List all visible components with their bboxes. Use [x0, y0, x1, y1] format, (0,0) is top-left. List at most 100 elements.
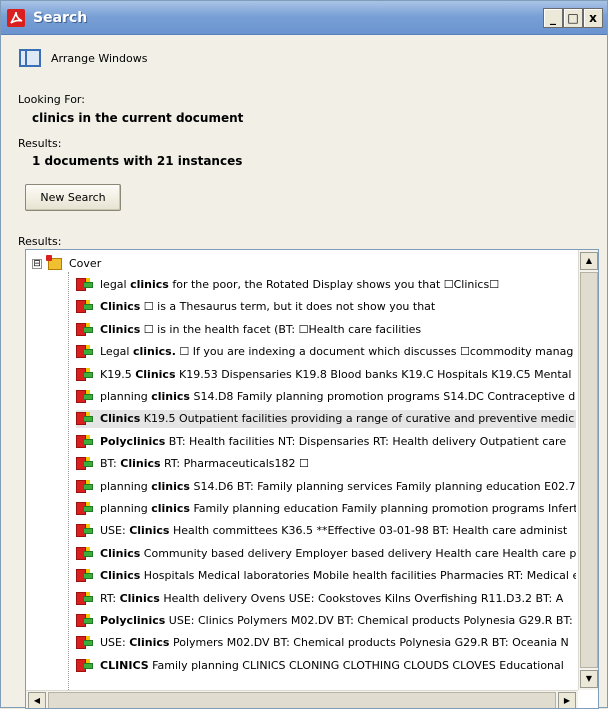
result-item[interactable]: CLINICS Family planning CLINICS CLONING … — [76, 657, 576, 675]
title-bar[interactable]: Search _ □ x — [1, 1, 607, 35]
search-result-icon — [76, 412, 94, 426]
result-item[interactable]: planning clinics Family planning educati… — [76, 500, 576, 518]
result-pre-text: BT: — [100, 457, 121, 471]
scroll-right-button[interactable]: ▶ — [558, 692, 576, 708]
result-item[interactable]: Legal clinics. ☐ If you are indexing a d… — [76, 343, 576, 361]
result-item[interactable]: USE: Clinics Health committees K36.5 **E… — [76, 522, 576, 540]
result-pre-text: USE: — [100, 636, 130, 650]
search-result-icon — [76, 524, 94, 538]
search-result-icon — [76, 479, 94, 494]
results-label: Results: — [18, 235, 62, 248]
result-post-text: Hospitals Medical laboratories Mobile he… — [140, 569, 576, 583]
result-post-text: S14.D6 BT: Family planning services Fami… — [189, 479, 576, 493]
result-item[interactable]: Polyclinics BT: Health facilities NT: Di… — [76, 433, 576, 451]
result-term-text: Clinics — [100, 546, 141, 560]
search-result-icon — [76, 322, 94, 337]
window-title: Search — [33, 10, 88, 26]
search-window: Search _ □ x Arrange Windows Looking For… — [0, 0, 608, 709]
result-post-text: ☐ If you are indexing a document which d… — [175, 345, 574, 359]
search-result-icon — [76, 591, 94, 606]
result-item[interactable]: Clinics Community based delivery Employe… — [76, 545, 576, 563]
result-post-text: Health delivery Ovens USE: Cookstoves Ki… — [159, 591, 564, 605]
result-term-text: CLINICS — [100, 658, 149, 672]
result-item[interactable]: USE: Clinics Polymers M02.DV BT: Chemica… — [76, 634, 576, 652]
results-tree[interactable]: ⊟ Cover legal clinics for the poor, the … — [25, 249, 599, 709]
result-term-text: Clinics — [135, 367, 176, 381]
result-term-text: Clinics — [129, 636, 170, 650]
result-item[interactable]: Polyclinics USE: Clinics Polymers M02.DV… — [76, 612, 576, 630]
search-result-icon — [76, 614, 94, 628]
result-term-text: Clinics — [120, 457, 161, 471]
search-result-icon — [76, 434, 94, 449]
horizontal-scrollbar[interactable]: ◀ ▶ — [26, 690, 578, 708]
new-search-button[interactable]: New Search — [25, 184, 121, 211]
horizontal-scroll-thumb[interactable] — [48, 692, 556, 708]
result-item[interactable]: planning clinics S14.D6 BT: Family plann… — [76, 478, 576, 496]
scroll-up-button[interactable]: ▲ — [580, 252, 598, 270]
result-item[interactable]: Clinics Hospitals Medical laboratories M… — [76, 567, 576, 585]
result-post-text: ☐ is in the health facet (BT: ☐Health ca… — [140, 322, 422, 336]
tree-root-label: Cover — [69, 257, 102, 270]
result-term-text: Clinics — [129, 524, 170, 538]
search-result-icon — [76, 367, 94, 382]
result-item[interactable]: planning clinics S14.D8 Family planning … — [76, 388, 576, 406]
close-button[interactable]: x — [583, 8, 603, 28]
result-term-text: Clinics — [100, 412, 141, 426]
result-pre-text: Legal — [100, 345, 133, 359]
result-post-text: BT: Health facilities NT: Dispensaries R… — [165, 434, 567, 448]
search-result-icon — [76, 546, 94, 561]
arrange-windows-icon[interactable] — [19, 49, 41, 67]
result-post-text: ☐ is a Thesaurus term, but it does not s… — [140, 300, 436, 314]
search-result-icon — [76, 658, 94, 673]
collapse-icon[interactable]: ⊟ — [32, 259, 42, 269]
search-result-icon — [76, 345, 94, 359]
result-post-text: K19.53 Dispensaries K19.8 Blood banks K1… — [175, 367, 572, 381]
result-post-text: Health committees K36.5 **Effective 03-0… — [169, 524, 568, 538]
result-item[interactable]: BT: Clinics RT: Pharmaceuticals182 ☐ — [76, 455, 576, 473]
scroll-down-button[interactable]: ▼ — [580, 670, 598, 688]
search-result-icon — [76, 636, 94, 650]
result-term-text: Clinics — [100, 569, 141, 583]
tree-root-cover[interactable]: ⊟ Cover — [32, 255, 102, 273]
result-term-text: Clinics — [119, 591, 160, 605]
result-term-text: clinics — [151, 502, 190, 515]
search-result-icon — [76, 390, 94, 404]
result-item[interactable]: legal clinics for the poor, the Rotated … — [76, 276, 576, 294]
search-result-icon — [76, 569, 94, 583]
search-result-icon — [76, 502, 94, 516]
result-item[interactable]: RT: Clinics Health delivery Ovens USE: C… — [76, 590, 576, 608]
result-term-text: clinics — [151, 479, 190, 493]
search-query: clinics in the current document — [32, 111, 244, 125]
result-post-text: RT: Pharmaceuticals182 ☐ — [160, 457, 309, 471]
maximize-button[interactable]: □ — [563, 8, 583, 28]
acrobat-pdf-icon — [7, 9, 25, 27]
arrange-windows-link[interactable]: Arrange Windows — [51, 52, 147, 65]
result-pre-text: planning — [100, 479, 152, 493]
results-summary-label: Results: — [18, 137, 62, 150]
results-summary: 1 documents with 21 instances — [32, 154, 243, 168]
scroll-left-button[interactable]: ◀ — [28, 692, 46, 708]
result-term-text: clinics. — [132, 345, 176, 359]
vertical-scroll-thumb[interactable] — [580, 272, 598, 668]
minimize-button[interactable]: _ — [543, 8, 563, 28]
search-result-icon — [76, 300, 94, 314]
result-post-text: K19.5 Outpatient facilities providing a … — [140, 412, 575, 426]
result-pre-text: K19.5 — [100, 367, 136, 381]
result-pre-text: planning — [100, 390, 152, 403]
result-term-text: Polyclinics — [100, 614, 166, 627]
result-post-text: USE: Clinics Polymers M02.DV BT: Chemica… — [165, 614, 573, 627]
result-item[interactable]: Clinics ☐ is a Thesaurus term, but it do… — [76, 298, 576, 316]
result-post-text: Community based delivery Employer based … — [140, 546, 576, 560]
result-term-text: Polyclinics — [100, 434, 166, 448]
result-term-text: Clinics — [100, 300, 141, 314]
vertical-scrollbar[interactable]: ▲ ▼ — [578, 250, 598, 690]
result-post-text: S14.D8 Family planning promotion program… — [189, 390, 576, 403]
result-post-text: for the poor, the Rotated Display shows … — [168, 278, 500, 291]
result-pre-text: planning — [100, 502, 152, 515]
result-item[interactable]: Clinics K19.5 Outpatient facilities prov… — [76, 410, 576, 429]
result-post-text: Family planning CLINICS CLONING CLOTHING… — [148, 658, 564, 672]
result-post-text: Family planning education Family plannin… — [189, 502, 576, 515]
result-item[interactable]: Clinics ☐ is in the health facet (BT: ☐H… — [76, 321, 576, 339]
result-item[interactable]: K19.5 Clinics K19.53 Dispensaries K19.8 … — [76, 366, 576, 384]
looking-for-label: Looking For: — [18, 93, 85, 106]
